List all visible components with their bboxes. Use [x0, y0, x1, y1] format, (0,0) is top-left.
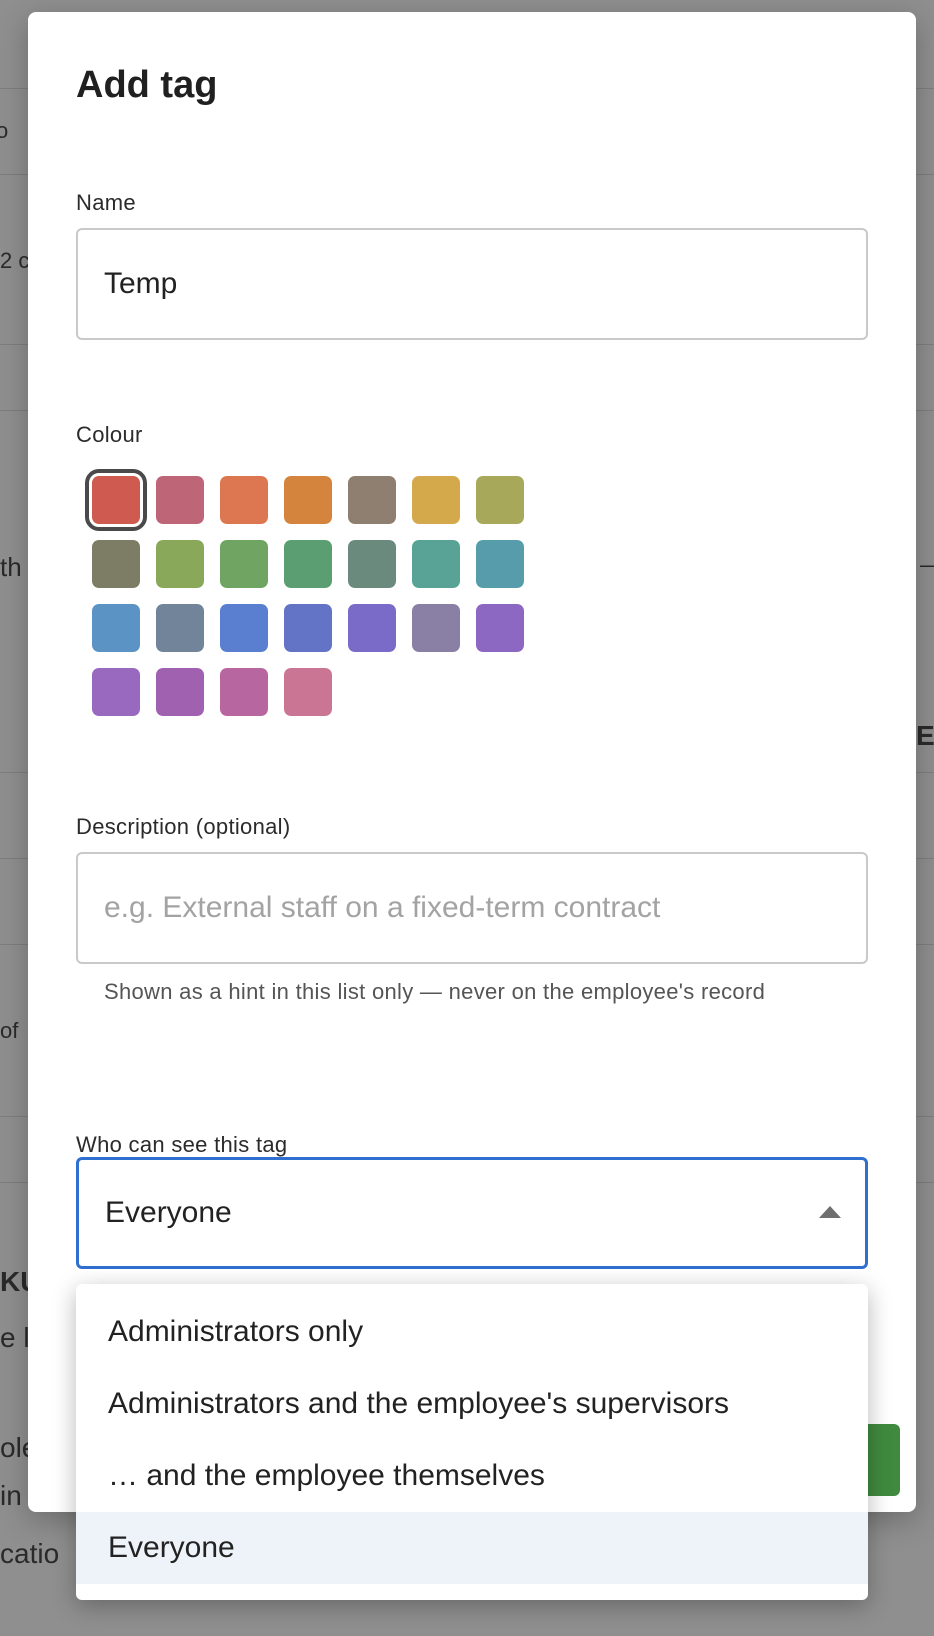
- colour-swatch[interactable]: [156, 476, 204, 524]
- visibility-dropdown: Administrators only Administrators and t…: [76, 1284, 868, 1600]
- visibility-select-value: Everyone: [105, 1196, 232, 1229]
- background-text: th: [0, 552, 22, 582]
- visibility-select[interactable]: Everyone: [76, 1157, 868, 1269]
- background-text: o: [0, 118, 9, 143]
- colour-swatch[interactable]: [476, 604, 524, 652]
- description-input[interactable]: [76, 852, 868, 964]
- option-and-employee-themselves[interactable]: … and the employee themselves: [76, 1440, 868, 1512]
- name-label: Name: [76, 190, 136, 215]
- colour-swatch[interactable]: [220, 476, 268, 524]
- name-input[interactable]: [76, 228, 868, 340]
- background-text: of: [0, 1018, 19, 1043]
- colour-swatch[interactable]: [92, 604, 140, 652]
- colour-swatch[interactable]: [92, 540, 140, 588]
- colour-swatch[interactable]: [412, 476, 460, 524]
- colour-swatch[interactable]: [156, 540, 204, 588]
- colour-swatch[interactable]: [220, 540, 268, 588]
- colour-swatch[interactable]: [476, 540, 524, 588]
- description-hint: Shown as a hint in this list only — neve…: [104, 979, 766, 1004]
- colour-swatch[interactable]: [348, 540, 396, 588]
- dialog-title: Add tag: [76, 64, 218, 106]
- option-everyone[interactable]: Everyone: [76, 1512, 868, 1584]
- background-text: catio: [0, 1538, 60, 1569]
- colour-swatch[interactable]: [284, 476, 332, 524]
- caret-up-icon: [819, 1206, 841, 1218]
- background-text: —: [920, 552, 934, 578]
- colour-swatch[interactable]: [412, 540, 460, 588]
- colour-swatch[interactable]: [156, 668, 204, 716]
- description-label: Description (optional): [76, 814, 291, 839]
- option-administrators-only[interactable]: Administrators only: [76, 1296, 868, 1368]
- colour-swatch[interactable]: [220, 604, 268, 652]
- colour-swatch[interactable]: [476, 476, 524, 524]
- colour-swatch[interactable]: [92, 668, 140, 716]
- visibility-label: Who can see this tag: [76, 1132, 288, 1157]
- colour-swatch[interactable]: [348, 604, 396, 652]
- option-administrators-and-supervisors[interactable]: Administrators and the employee's superv…: [76, 1368, 868, 1440]
- colour-label: Colour: [76, 422, 143, 447]
- colour-swatch[interactable]: [284, 540, 332, 588]
- colour-swatch[interactable]: [412, 604, 460, 652]
- colour-swatch[interactable]: [220, 668, 268, 716]
- background-text: Er: [916, 720, 934, 751]
- colour-swatch[interactable]: [284, 604, 332, 652]
- colour-swatch[interactable]: [85, 469, 147, 531]
- colour-swatch[interactable]: [348, 476, 396, 524]
- colour-swatch[interactable]: [156, 604, 204, 652]
- colour-swatch[interactable]: [284, 668, 332, 716]
- background-text: 2 c: [0, 248, 30, 273]
